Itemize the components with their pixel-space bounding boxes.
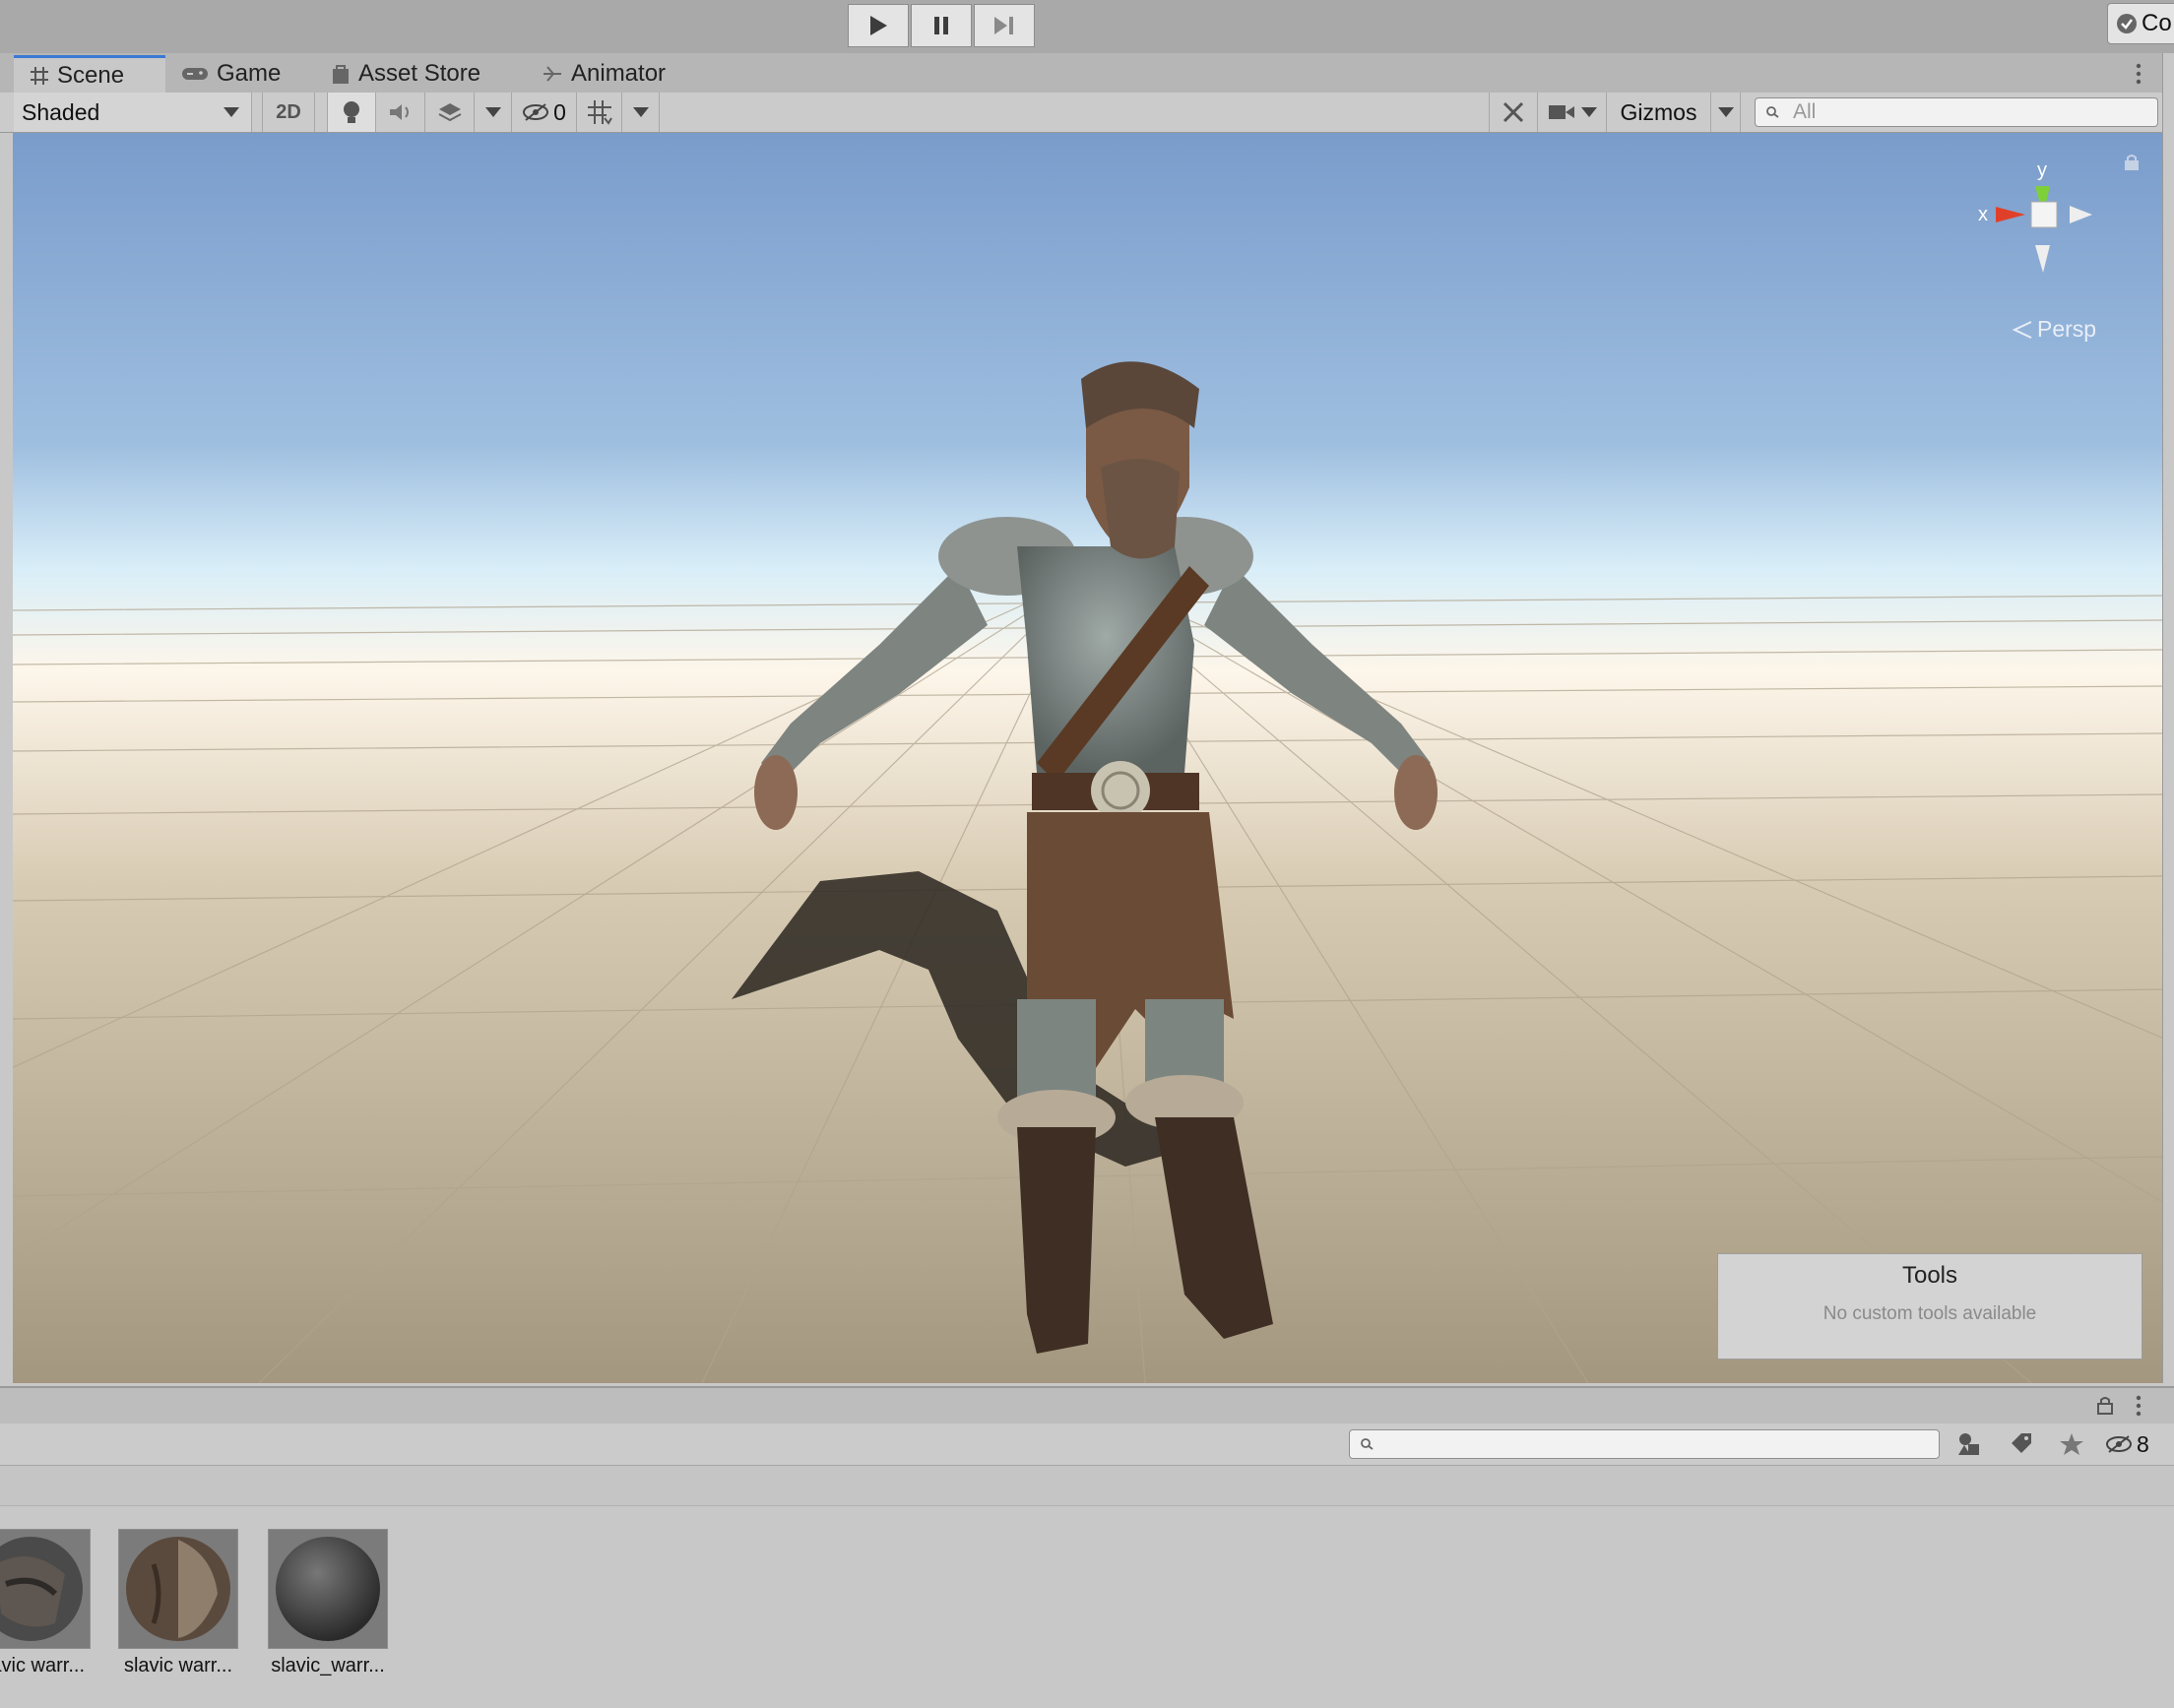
lock-icon[interactable] bbox=[2122, 153, 2142, 172]
chevron-down-icon bbox=[484, 107, 501, 117]
x-axis-cone bbox=[1996, 207, 2025, 222]
search-by-type-button[interactable] bbox=[1951, 1427, 1987, 1461]
neg-x-axis-cone bbox=[2070, 206, 2092, 223]
scene-visibility-toggle[interactable]: 0 bbox=[512, 93, 577, 132]
hidden-object-count: 0 bbox=[553, 98, 566, 125]
search-icon bbox=[1361, 1438, 1374, 1450]
scene-audio-toggle[interactable] bbox=[376, 93, 425, 132]
hidden-eye-icon bbox=[2106, 1435, 2132, 1453]
gizmos-dropdown[interactable] bbox=[1711, 93, 1741, 132]
toggle-2d-label: 2D bbox=[276, 100, 301, 123]
panel-lock-icon[interactable] bbox=[2095, 1394, 2115, 1416]
tab-animator-label: Animator bbox=[571, 60, 667, 87]
gizmos-button[interactable]: Gizmos bbox=[1607, 93, 1711, 132]
star-icon bbox=[2060, 1433, 2083, 1455]
tools-overlay-panel: Tools No custom tools available bbox=[1717, 1253, 2142, 1360]
main-toolbar bbox=[0, 0, 2174, 54]
scene-effects-toggle[interactable] bbox=[425, 93, 475, 132]
gizmo-center-cube bbox=[2030, 201, 2058, 228]
draw-mode-dropdown[interactable]: Shaded bbox=[14, 93, 252, 132]
speaker-icon bbox=[389, 104, 409, 120]
material-thumbnail bbox=[268, 1529, 388, 1649]
panel-menu-icon[interactable] bbox=[2129, 1392, 2148, 1420]
shapes-icon bbox=[1958, 1433, 1979, 1455]
favorites-button[interactable] bbox=[2054, 1427, 2089, 1461]
collab-button[interactable]: Co bbox=[2107, 3, 2174, 44]
project-breadcrumb-bar bbox=[0, 1466, 2174, 1506]
x-axis-label: x bbox=[1978, 204, 1988, 225]
hidden-eye-icon bbox=[523, 103, 549, 121]
pause-icon bbox=[934, 17, 948, 34]
scene-search-placeholder: All bbox=[1793, 100, 1817, 123]
tab-scene[interactable]: Scene bbox=[14, 55, 165, 93]
scene-camera-dropdown[interactable] bbox=[1538, 93, 1607, 132]
asset-label: slavic_warr... bbox=[271, 1655, 385, 1676]
scene-lighting-toggle[interactable] bbox=[327, 93, 376, 132]
asset-label: slavic warr... bbox=[123, 1655, 233, 1676]
asset-item[interactable]: slavic_warr... bbox=[268, 1529, 388, 1677]
project-panel-header bbox=[0, 1386, 2174, 1425]
tools-title: Tools bbox=[1901, 1262, 1958, 1289]
chevron-down-icon bbox=[1580, 107, 1597, 117]
right-panel-edge bbox=[2162, 53, 2174, 1383]
material-thumbnail bbox=[0, 1529, 91, 1649]
material-thumbnail bbox=[118, 1529, 238, 1649]
lightbulb-icon bbox=[344, 101, 359, 123]
shopping-bag-icon bbox=[333, 65, 349, 84]
play-button[interactable] bbox=[848, 4, 909, 47]
scene-render bbox=[13, 133, 2162, 1383]
tab-scene-label: Scene bbox=[57, 61, 125, 89]
playback-controls bbox=[848, 2, 1035, 47]
grid-snapping-toggle[interactable] bbox=[577, 93, 622, 132]
grid-snapping-dropdown[interactable] bbox=[622, 93, 660, 132]
grid-icon bbox=[31, 66, 48, 85]
layers-icon bbox=[438, 103, 461, 122]
left-panel-edge bbox=[0, 133, 14, 1383]
tag-icon bbox=[2012, 1433, 2031, 1453]
tools-message: No custom tools available bbox=[1822, 1303, 2037, 1324]
checkmark-icon bbox=[2117, 14, 2137, 33]
tab-menu-button[interactable] bbox=[2129, 59, 2148, 89]
scene-viewport[interactable]: y x Persp bbox=[13, 133, 2162, 1383]
hidden-packages-count: 8 bbox=[2137, 1430, 2149, 1457]
perspective-icon bbox=[2012, 320, 2032, 339]
tab-game-label: Game bbox=[217, 60, 282, 87]
y-axis-label: y bbox=[2037, 159, 2047, 181]
draw-mode-value: Shaded bbox=[22, 98, 100, 125]
search-icon bbox=[1766, 106, 1779, 118]
asset-label: slavic warr... bbox=[0, 1655, 86, 1676]
chevron-down-icon bbox=[632, 107, 649, 117]
scene-effects-dropdown[interactable] bbox=[475, 93, 512, 132]
chevron-down-icon bbox=[1717, 107, 1734, 117]
tools-icon bbox=[1503, 101, 1524, 123]
tab-asset-store[interactable]: Asset Store bbox=[331, 55, 480, 93]
animator-icon bbox=[544, 66, 561, 82]
neg-z-axis-cone bbox=[2035, 245, 2050, 273]
kebab-menu-icon bbox=[2136, 63, 2142, 85]
pause-button[interactable] bbox=[911, 4, 972, 47]
tab-animator[interactable]: Animator bbox=[542, 55, 666, 93]
play-icon bbox=[870, 16, 887, 35]
tab-asset-store-label: Asset Store bbox=[358, 60, 481, 87]
chevron-down-icon bbox=[224, 107, 239, 117]
scene-tab-strip bbox=[0, 53, 2174, 93]
search-by-label-button[interactable] bbox=[2003, 1427, 2038, 1461]
gizmos-label: Gizmos bbox=[1620, 98, 1697, 125]
scene-search-field[interactable]: All bbox=[1755, 97, 2158, 127]
projection-toggle[interactable]: Persp bbox=[2012, 316, 2096, 343]
project-search-field[interactable] bbox=[1349, 1429, 1940, 1459]
collab-label: Co bbox=[2142, 10, 2172, 36]
component-tools-toggle[interactable] bbox=[1489, 93, 1538, 132]
camera-icon bbox=[1548, 105, 1574, 119]
gamepad-icon bbox=[182, 68, 208, 80]
toggle-2d-button[interactable]: 2D bbox=[262, 93, 315, 132]
projection-label: Persp bbox=[2037, 316, 2097, 342]
asset-item[interactable]: slavic warr... bbox=[118, 1529, 238, 1677]
grid-snap-icon bbox=[587, 100, 612, 125]
hidden-packages-toggle[interactable]: 8 bbox=[2105, 1427, 2170, 1461]
step-button[interactable] bbox=[974, 4, 1035, 47]
step-icon bbox=[994, 17, 1013, 34]
asset-item[interactable]: slavic warr... bbox=[0, 1529, 91, 1677]
tab-game[interactable]: Game bbox=[181, 55, 281, 93]
